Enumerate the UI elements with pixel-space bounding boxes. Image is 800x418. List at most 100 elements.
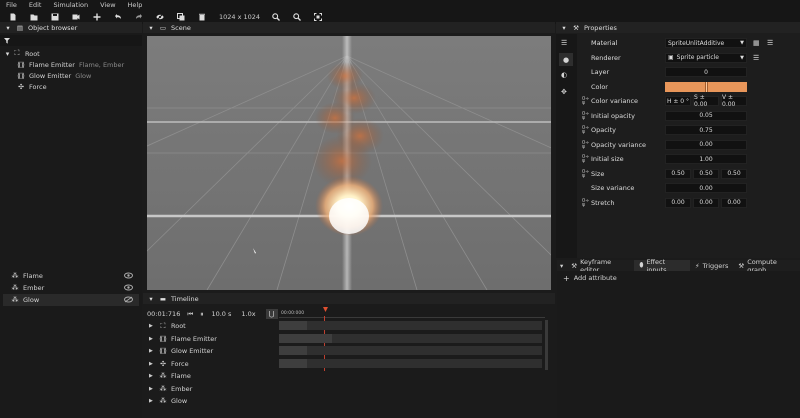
hue-variance-field[interactable]: H ± 0 ° [665, 96, 691, 107]
material-settings-icon[interactable]: ☰ [767, 39, 773, 47]
panel-collapse-icon[interactable]: ▾ [147, 24, 155, 32]
stretch-x-field[interactable]: 0.00 [665, 197, 691, 208]
size-variance-row: Size variance 0.00 [0, 181, 800, 196]
renderer-row: Renderer ▣ Sprite particle ▼ ☰ [591, 52, 760, 63]
curve-toggle-icon[interactable]: 0÷ ψ [582, 111, 589, 120]
opacity-variance-row: 0÷ ψ Opacity variance 0.00 [0, 138, 800, 153]
menu-help[interactable]: Help [122, 1, 149, 9]
visibility-eye-icon[interactable] [124, 284, 133, 291]
size-x-field[interactable]: 0.50 [665, 168, 691, 179]
current-time[interactable]: 00:01:716 [147, 310, 180, 318]
expand-icon[interactable]: ▶ [149, 361, 159, 367]
panel-collapse-icon[interactable]: ▾ [147, 295, 155, 303]
tab-compute-graph[interactable]: ⚒ Compute graph [733, 258, 800, 274]
layer-item-flame[interactable]: ⁂ Flame [3, 270, 139, 282]
material-select[interactable]: SpriteUnlitAdditive ▼ [665, 38, 747, 49]
layer-list: ⁂ Flame ⁂ Ember ⁂ Glow [3, 270, 139, 306]
properties-icon: ⚒ [573, 23, 579, 32]
renderer-settings-icon[interactable]: ☰ [753, 54, 759, 62]
timeline-scrollbar[interactable] [545, 320, 548, 370]
opacity-variance-field[interactable]: 0.00 [665, 139, 747, 150]
particle-icon: ⁂ [159, 384, 167, 393]
menu-view[interactable]: View [94, 1, 121, 9]
properties-title: Properties [584, 23, 617, 32]
size-variance-field[interactable]: 0.00 [665, 183, 747, 194]
root-icon: ⛶ [160, 321, 166, 330]
scene-header: ▾ ▭ Scene [143, 22, 555, 33]
layer-item-glow[interactable]: ⁂ Glow [3, 294, 139, 306]
opacity-row: 0÷ ψ Opacity 0.75 [0, 123, 800, 138]
curve-toggle-icon[interactable]: 0÷ ψ [582, 126, 589, 135]
emitter-icon: ⟪⟫ [159, 347, 167, 356]
initial-size-field[interactable]: 1.00 [665, 154, 747, 165]
skip-start-icon[interactable]: ⏮ [187, 310, 193, 319]
color-swatch[interactable] [665, 81, 747, 92]
timeline-row-ember[interactable]: ▶ ⁂ Ember [143, 383, 283, 396]
stretch-y-field[interactable]: 0.00 [693, 197, 719, 208]
material-browse-icon[interactable]: ▦ [753, 39, 760, 47]
menu-simulation[interactable]: Simulation [47, 1, 94, 9]
expand-icon[interactable]: ▶ [149, 398, 159, 404]
sprite-icon: ▣ [668, 54, 674, 62]
tab-triggers[interactable]: ⚡ Triggers [690, 260, 733, 271]
timeline-row-flame-emitter[interactable]: ▶ ⟪⟫ Flame Emitter [143, 333, 283, 346]
speed-field[interactable]: 1.0x [241, 310, 255, 318]
add-attribute-button[interactable]: + Add attribute [557, 271, 800, 285]
expand-icon[interactable]: ▶ [149, 336, 159, 342]
panel-collapse-icon[interactable]: ▾ [557, 260, 566, 271]
value-variance-field[interactable]: V ± 0.00 [721, 94, 747, 108]
visibility-eye-off-icon[interactable] [124, 296, 133, 303]
size-z-field[interactable]: 0.50 [721, 168, 747, 179]
timeline-track[interactable] [279, 346, 542, 355]
menu-edit[interactable]: Edit [23, 1, 48, 9]
timeline-row-glow-emitter[interactable]: ▶ ⟪⟫ Glow Emitter [143, 345, 283, 358]
visibility-eye-icon[interactable] [124, 272, 133, 279]
keyframe-icon: ⚒ [571, 261, 578, 270]
duration-field[interactable]: 10.0 s [211, 310, 231, 318]
timeline-track[interactable] [279, 359, 542, 368]
resolution-label: 1024 x 1024 [219, 13, 261, 21]
menu-file[interactable]: File [0, 1, 23, 9]
curve-toggle-icon[interactable]: 0÷ ψ [582, 198, 589, 207]
expand-icon[interactable]: ▶ [149, 386, 159, 392]
object-browser-title: Object browser [28, 23, 78, 32]
layer-item-ember[interactable]: ⁂ Ember [3, 282, 139, 294]
saturation-variance-field[interactable]: S ± 0.00 [693, 94, 719, 108]
trigger-icon: ⚡ [694, 261, 700, 270]
timeline-track[interactable] [279, 334, 542, 343]
curve-toggle-icon[interactable]: 0÷ ψ [582, 169, 589, 178]
panel-collapse-icon[interactable]: ▾ [560, 24, 568, 32]
playhead-marker[interactable] [323, 307, 328, 312]
opacity-field[interactable]: 0.75 [665, 125, 747, 136]
curve-toggle-icon[interactable]: 0÷ ψ [582, 140, 589, 149]
expand-icon[interactable]: ▶ [149, 323, 159, 329]
ruler-start-label: 00:00:000 [281, 311, 305, 316]
compute-graph-icon: ⚒ [738, 261, 745, 270]
renderer-select[interactable]: ▣ Sprite particle ▼ [665, 52, 747, 63]
tab-effect-inputs[interactable]: ⬮ Effect inputs [634, 258, 690, 274]
expand-icon[interactable]: ▶ [149, 348, 159, 354]
timeline-row-glow[interactable]: ▶ ⁂ Glow [143, 395, 283, 408]
timeline-row-flame[interactable]: ▶ ⁂ Flame [143, 370, 283, 383]
stretch-z-field[interactable]: 0.00 [721, 197, 747, 208]
tab-keyframe-editor[interactable]: ⚒ Keyframe editor [566, 258, 634, 274]
initial-opacity-field[interactable]: 0.05 [665, 110, 747, 121]
timeline-track[interactable] [279, 321, 542, 330]
curve-toggle-icon[interactable]: 0÷ ψ [582, 97, 589, 106]
timeline-row-force[interactable]: ▶ ✣ Force [143, 358, 283, 371]
object-browser-header: ▾ ▤ Object browser [0, 22, 142, 33]
pause-icon[interactable]: ⏸ [200, 310, 203, 319]
timeline-title: Timeline [171, 294, 199, 303]
timeline-row-root[interactable]: ▶ ⛶ Root [143, 320, 283, 333]
loop-toggle[interactable]: ⋃ [265, 309, 278, 319]
expand-icon[interactable]: ▶ [149, 373, 159, 379]
timeline-ruler[interactable]: 00:00:000 [279, 307, 545, 318]
curve-toggle-icon[interactable]: 0÷ ψ [582, 155, 589, 164]
object-browser-icon: ▤ [16, 23, 24, 32]
layer-field[interactable]: 0 [665, 67, 747, 78]
stretch-row: 0÷ ψ Stretch 0.00 0.00 0.00 [0, 196, 800, 211]
material-row: Material SpriteUnlitAdditive ▼ ▦ ☰ [591, 38, 774, 49]
panel-collapse-icon[interactable]: ▾ [4, 24, 12, 32]
color-variance-row: 0÷ ψ Color variance H ± 0 ° S ± 0.00 V ± … [0, 94, 800, 109]
size-y-field[interactable]: 0.50 [693, 168, 719, 179]
